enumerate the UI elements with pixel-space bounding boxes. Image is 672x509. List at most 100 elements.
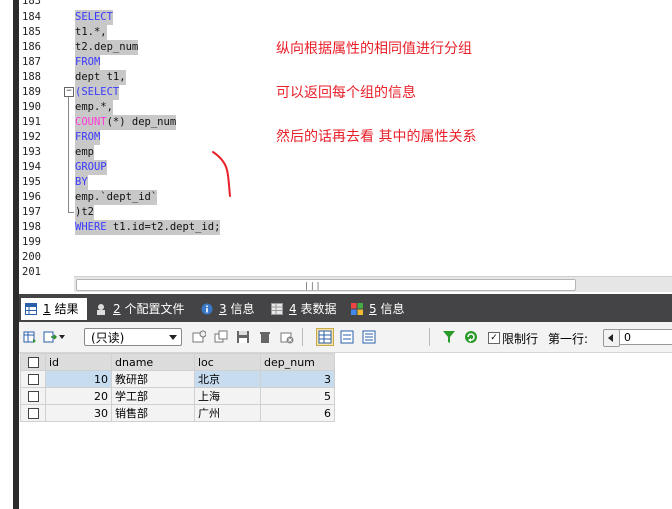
tab-label: 信息 (230, 302, 255, 316)
table-row[interactable]: 20 学工部 上海 5 (20, 387, 335, 405)
tab-info-2[interactable]: 5 信息 (347, 298, 411, 320)
toolbar-separator (429, 328, 430, 346)
code-line: t2.dep_num (75, 40, 139, 55)
form-mode-icon[interactable] (340, 330, 354, 344)
count-function: COUNT (75, 116, 107, 128)
row-select-cell[interactable] (20, 404, 46, 422)
fold-guide-end (68, 212, 74, 213)
chevron-down-icon (169, 335, 177, 340)
row-select-cell[interactable] (20, 387, 46, 405)
annotation-note: 纵向根据属性的相同值进行分组 (276, 41, 472, 57)
code-line: emp (75, 145, 94, 160)
grid-view-icon[interactable] (23, 330, 37, 344)
where-keyword: WHERE (75, 221, 107, 233)
column-header-id[interactable]: id (45, 353, 112, 371)
row-checkbox[interactable] (27, 391, 39, 402)
left-margin (0, 0, 14, 509)
cell-dname[interactable]: 销售部 (111, 404, 195, 422)
grid-mode-icon[interactable] (316, 328, 334, 346)
line-number: 193 (22, 146, 41, 158)
annotation-note: 可以返回每个组的信息 (276, 85, 416, 101)
insert-row-icon[interactable] (192, 330, 206, 344)
table-row[interactable]: 30 销售部 广州 6 (20, 404, 335, 422)
result-grid: id dname loc dep_num 10 教研部 北京 3 20 学工部 … (19, 353, 672, 509)
row-checkbox[interactable] (27, 374, 39, 385)
line-number: 186 (22, 41, 41, 53)
cell-dname[interactable]: 学工部 (111, 387, 195, 405)
cell-loc[interactable]: 北京 (194, 370, 261, 388)
export-icon[interactable] (43, 330, 57, 344)
cell-dname[interactable]: 教研部 (111, 370, 195, 388)
tab-results[interactable]: 1 结果 (21, 298, 87, 320)
fold-toggle-icon[interactable]: − (64, 87, 74, 97)
line-number: 183 (22, 0, 41, 7)
cell-id[interactable]: 20 (45, 387, 112, 405)
sql-editor[interactable]: 183 184 185 186 187 188 189 190 191 192 … (19, 0, 672, 275)
duplicate-row-icon[interactable] (214, 330, 228, 344)
save-icon[interactable] (236, 330, 250, 344)
code-line-count: COUNT(*) dep_num (75, 115, 177, 130)
table-row[interactable]: 10 教研部 北京 3 (20, 370, 335, 388)
line-number: 198 (22, 221, 41, 233)
tab-label: 个配置文件 (124, 302, 185, 316)
readonly-select[interactable]: (只读) (84, 328, 182, 346)
tab-info[interactable]: 3 信息 (197, 298, 261, 320)
code-line: emp.*, (75, 100, 113, 115)
result-tab-bar: 1 结果 2 个配置文件 3 信息 4 表数据 5 信息 (19, 294, 672, 322)
annotation-note: 然后的话再去看 其中的属性关系 (276, 129, 477, 145)
refresh-icon[interactable] (464, 330, 478, 344)
cell-id[interactable]: 30 (45, 404, 112, 422)
discard-icon[interactable] (280, 330, 294, 344)
export-dropdown-arrow-icon[interactable] (59, 335, 65, 339)
limit-rows-checkbox[interactable]: ✓ (488, 332, 500, 344)
code-line-by: BY (75, 175, 88, 190)
table-data-icon (271, 303, 283, 315)
delete-icon[interactable] (258, 330, 272, 344)
select-all-checkbox[interactable] (27, 357, 39, 368)
tab-profiles[interactable]: 2 个配置文件 (91, 298, 187, 320)
fold-guide (68, 97, 69, 212)
tab-label: 结果 (54, 302, 79, 316)
row-select-cell[interactable] (20, 370, 46, 388)
line-number: 189 (22, 86, 41, 98)
scrollbar-thumb[interactable]: ||| (76, 279, 576, 291)
table-header-row: id dname loc dep_num (20, 353, 335, 371)
cell-dep-num[interactable]: 3 (260, 370, 335, 388)
filter-icon[interactable] (442, 330, 456, 344)
code-line-from: FROM (75, 55, 101, 70)
horizontal-scrollbar[interactable]: ||| (74, 276, 672, 292)
cell-id[interactable]: 10 (45, 370, 112, 388)
cell-dep-num[interactable]: 5 (260, 387, 335, 405)
column-header-dname[interactable]: dname (111, 353, 195, 371)
limit-rows-label: 限制行 (502, 332, 539, 346)
text-mode-icon[interactable] (362, 330, 376, 344)
tab-number: 1 (43, 302, 51, 316)
tab-number: 3 (219, 302, 227, 316)
cell-loc[interactable]: 上海 (194, 387, 261, 405)
column-header-loc[interactable]: loc (194, 353, 261, 371)
where-condition: t1.id=t2.dept_id; (106, 221, 221, 233)
info-icon (201, 303, 213, 315)
tab-number: 2 (113, 302, 121, 316)
cell-dep-num[interactable]: 6 (260, 404, 335, 422)
code-line: dept t1, (75, 70, 126, 85)
cell-loc[interactable]: 广州 (194, 404, 261, 422)
profile-icon (97, 304, 105, 315)
previous-page-button[interactable] (603, 329, 620, 347)
code-line-subselect: (SELECT (75, 85, 120, 100)
first-row-input[interactable]: 0 (619, 329, 672, 345)
info-icon (351, 303, 363, 315)
line-number: 201 (22, 266, 41, 275)
result-toolbar: (只读) ✓ 限制行 第一行: 0 (19, 322, 672, 353)
result-table: id dname loc dep_num 10 教研部 北京 3 20 学工部 … (20, 353, 335, 422)
line-number: 185 (22, 26, 41, 38)
line-number: 194 (22, 161, 41, 173)
tab-label: 信息 (380, 302, 405, 316)
row-checkbox[interactable] (27, 408, 39, 419)
line-number: 196 (22, 191, 41, 203)
toolbar-separator (302, 328, 303, 346)
table-result-icon (25, 303, 37, 315)
select-all-cell[interactable] (20, 353, 46, 371)
column-header-dep-num[interactable]: dep_num (260, 353, 335, 371)
tab-table-data[interactable]: 4 表数据 (267, 298, 343, 320)
